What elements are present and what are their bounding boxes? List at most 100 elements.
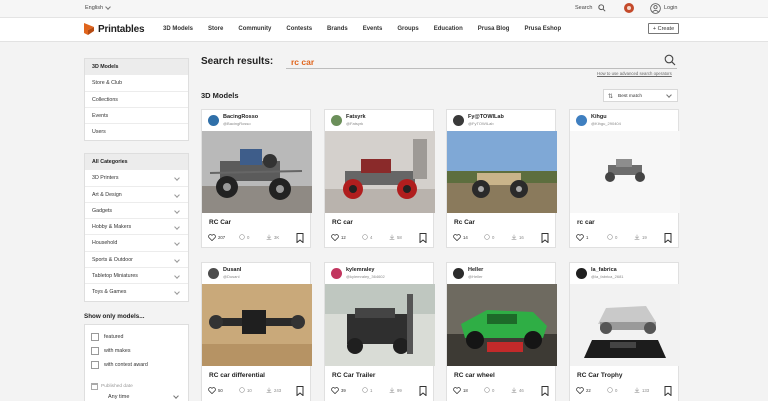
sidebar-item-collections[interactable]: Collections <box>85 92 188 108</box>
model-thumbnail[interactable] <box>325 284 435 366</box>
nav-item-3d-models[interactable]: 3D Models <box>163 26 193 32</box>
model-title[interactable]: RC car differential <box>209 372 265 379</box>
avatar[interactable] <box>576 268 587 279</box>
avatar[interactable] <box>453 115 464 126</box>
checkbox[interactable] <box>91 361 99 369</box>
like-button[interactable]: 18 <box>453 387 468 394</box>
avatar[interactable] <box>453 268 464 279</box>
bookmark-icon[interactable] <box>419 233 427 243</box>
advanced-search-link[interactable]: How to use advanced search operators <box>597 71 672 76</box>
model-thumbnail[interactable] <box>202 284 312 366</box>
like-button[interactable]: 50 <box>208 387 223 394</box>
search-icon[interactable] <box>664 54 676 66</box>
author-name[interactable]: Fy@TOWILab <box>468 114 504 120</box>
bookmark-icon[interactable] <box>541 233 549 243</box>
language-selector[interactable]: English <box>85 4 111 11</box>
filter-featured[interactable]: featured <box>91 333 123 341</box>
like-button[interactable]: 22 <box>576 387 591 394</box>
chevron-down-icon[interactable] <box>174 191 180 198</box>
user-icon[interactable] <box>650 3 661 14</box>
category-item[interactable]: Sports & Outdoor <box>85 252 188 269</box>
model-card[interactable]: Heller @Heller RC car wheel 18 0 46 <box>446 262 557 401</box>
top-search-link[interactable]: Search <box>575 5 592 11</box>
checkbox[interactable] <box>91 333 99 341</box>
like-button[interactable]: 207 <box>208 234 225 241</box>
author-name[interactable]: la_fabrica <box>591 267 617 273</box>
chevron-down-icon[interactable] <box>174 273 180 279</box>
avatar[interactable] <box>331 268 342 279</box>
nav-item-education[interactable]: Education <box>434 26 463 32</box>
model-thumbnail[interactable] <box>325 131 435 213</box>
sidebar-item-users[interactable]: Users <box>85 124 188 140</box>
sidebar-item-3d-models[interactable]: 3D Models <box>85 59 188 76</box>
chevron-down-icon[interactable] <box>174 240 180 247</box>
bookmark-icon[interactable] <box>541 386 549 396</box>
nav-item-store[interactable]: Store <box>208 26 223 32</box>
author-name[interactable]: Kihgu <box>591 114 607 120</box>
model-card[interactable]: Fatsyrk @Fatsyrk RC car 12 4 58 <box>324 109 435 248</box>
model-title[interactable]: RC Car Trophy <box>577 372 623 379</box>
printables-logo[interactable]: Printables <box>84 23 145 35</box>
nav-item-events[interactable]: Events <box>363 26 383 32</box>
sidebar-item-all-categories[interactable]: All Categories <box>85 154 188 171</box>
avatar[interactable] <box>331 115 342 126</box>
nav-item-community[interactable]: Community <box>238 26 271 32</box>
author-name[interactable]: Heller <box>468 267 483 273</box>
published-date-select[interactable]: Any time <box>108 394 129 400</box>
category-item[interactable]: Hobby & Makers <box>85 219 188 236</box>
category-item[interactable]: Toys & Games <box>85 284 188 300</box>
model-card[interactable]: Fy@TOWILab @FyTOWILab Rc Car 14 0 16 <box>446 109 557 248</box>
login-link[interactable]: Login <box>664 5 677 11</box>
checkbox[interactable] <box>91 347 99 355</box>
nav-item-groups[interactable]: Groups <box>397 26 418 32</box>
chevron-down-icon[interactable] <box>174 208 180 214</box>
notification-icon[interactable] <box>624 3 634 13</box>
model-thumbnail[interactable] <box>447 284 557 366</box>
bookmark-icon[interactable] <box>664 233 672 243</box>
nav-item-prusa-blog[interactable]: Prusa Blog <box>478 26 510 32</box>
nav-item-contests[interactable]: Contests <box>286 26 312 32</box>
model-card[interactable]: la_fabrica @la_fabrica_2681 RC Car Troph… <box>569 262 680 401</box>
search-input[interactable]: rc car <box>291 57 314 67</box>
category-item[interactable]: Household <box>85 235 188 252</box>
chevron-down-icon[interactable] <box>173 393 179 399</box>
like-button[interactable]: 12 <box>331 234 346 241</box>
bookmark-icon[interactable] <box>296 386 304 396</box>
category-item[interactable]: 3D Printers <box>85 170 188 187</box>
model-title[interactable]: RC Car Trailer <box>332 372 375 379</box>
author-name[interactable]: Fatsyrk <box>346 114 366 120</box>
avatar[interactable] <box>208 268 219 279</box>
sidebar-item-events[interactable]: Events <box>85 108 188 125</box>
model-card[interactable]: kylemraley @kylemraley_364602 RC Car Tra… <box>324 262 435 401</box>
nav-item-prusa-eshop[interactable]: Prusa Eshop <box>524 26 561 32</box>
avatar[interactable] <box>208 115 219 126</box>
bookmark-icon[interactable] <box>296 233 304 243</box>
author-name[interactable]: BacingRosso <box>223 114 258 120</box>
chevron-down-icon[interactable] <box>174 256 180 263</box>
avatar[interactable] <box>576 115 587 126</box>
model-thumbnail[interactable] <box>570 131 680 213</box>
sort-select[interactable]: ⇅ Best match <box>603 89 678 102</box>
filter-contest-award[interactable]: with contest award <box>91 361 148 369</box>
create-button[interactable]: + Create <box>648 23 679 34</box>
category-item[interactable]: Gadgets <box>85 203 188 220</box>
search-icon[interactable] <box>598 4 606 12</box>
model-card[interactable]: Kihgu @Kihgu_290404 rc car 1 0 19 <box>569 109 680 248</box>
like-button[interactable]: 1 <box>576 234 588 241</box>
model-card[interactable]: Dusanl @Dusanl RC car differential 50 10… <box>201 262 312 401</box>
author-name[interactable]: kylemraley <box>346 267 374 273</box>
model-thumbnail[interactable] <box>447 131 557 213</box>
filter-with-makes[interactable]: with makes <box>91 347 131 355</box>
model-title[interactable]: Rc Car <box>454 219 475 226</box>
model-card[interactable]: BacingRosso @BacingRosso RC Car 207 0 3K <box>201 109 312 248</box>
like-button[interactable]: 39 <box>331 387 346 394</box>
model-title[interactable]: RC car <box>332 219 353 226</box>
model-thumbnail[interactable] <box>202 131 312 213</box>
author-name[interactable]: Dusanl <box>223 267 241 273</box>
model-title[interactable]: RC car wheel <box>454 372 495 379</box>
model-thumbnail[interactable] <box>570 284 680 366</box>
sidebar-item-store-club[interactable]: Store & Club <box>85 75 188 92</box>
category-item[interactable]: Tabletop Miniatures <box>85 268 188 285</box>
model-title[interactable]: rc car <box>577 219 595 226</box>
like-button[interactable]: 14 <box>453 234 468 241</box>
